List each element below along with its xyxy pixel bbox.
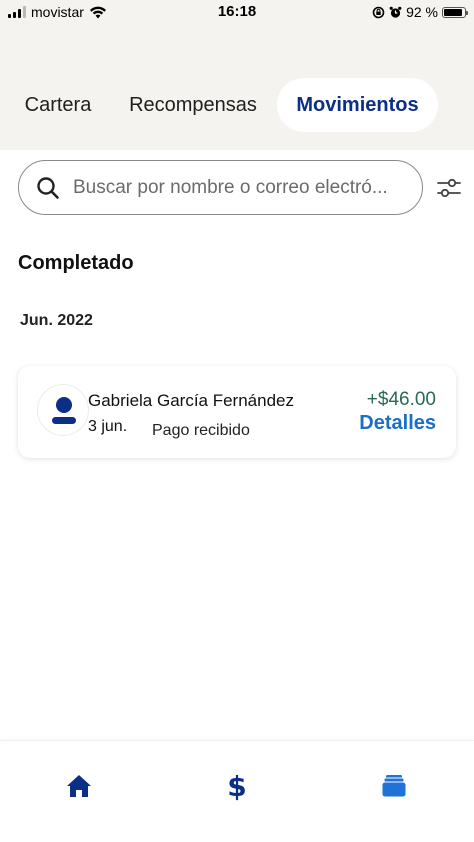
status-right: 92 %: [372, 4, 468, 20]
search-bar[interactable]: Buscar por nombre o correo electró...: [18, 160, 423, 215]
transaction-date: 3 jun.: [88, 418, 128, 435]
bottom-nav: $: [0, 740, 474, 842]
tab-cartera[interactable]: Cartera: [10, 78, 106, 132]
transaction-name: Gabriela García Fernández: [88, 391, 294, 410]
details-link[interactable]: Detalles: [359, 412, 436, 435]
battery-percent: 92 %: [406, 4, 438, 20]
transaction-card[interactable]: Gabriela García Fernández 3 jun. Pago re…: [18, 366, 456, 458]
month-label: Jun. 2022: [20, 312, 93, 329]
filter-sliders-icon[interactable]: [436, 175, 462, 201]
nav-wallet[interactable]: [369, 766, 419, 806]
lock-rotation-icon: [372, 6, 385, 18]
nav-payments[interactable]: $: [212, 766, 262, 806]
alarm-icon: [389, 6, 402, 18]
home-icon: [67, 775, 91, 797]
tab-movimientos[interactable]: Movimientos: [277, 78, 438, 132]
top-tabs: Cartera Recompensas Movimientos: [0, 78, 474, 134]
person-icon: [52, 397, 76, 424]
nav-home[interactable]: [54, 766, 104, 806]
transaction-amount: +$46.00: [366, 389, 436, 410]
battery-fill: [444, 8, 463, 16]
status-bar: movistar 16:18 92 %: [0, 0, 474, 24]
search-input[interactable]: Buscar por nombre o correo electró...: [73, 177, 413, 199]
section-title: Completado: [18, 252, 134, 274]
search-icon: [37, 176, 59, 199]
dollar-icon: $: [227, 769, 247, 803]
transaction-description: Pago recibido: [152, 422, 250, 439]
battery-icon: [442, 6, 468, 18]
tab-recompensas[interactable]: Recompensas: [118, 78, 268, 132]
avatar: [37, 384, 89, 436]
wallet-cards-icon: [381, 775, 407, 798]
